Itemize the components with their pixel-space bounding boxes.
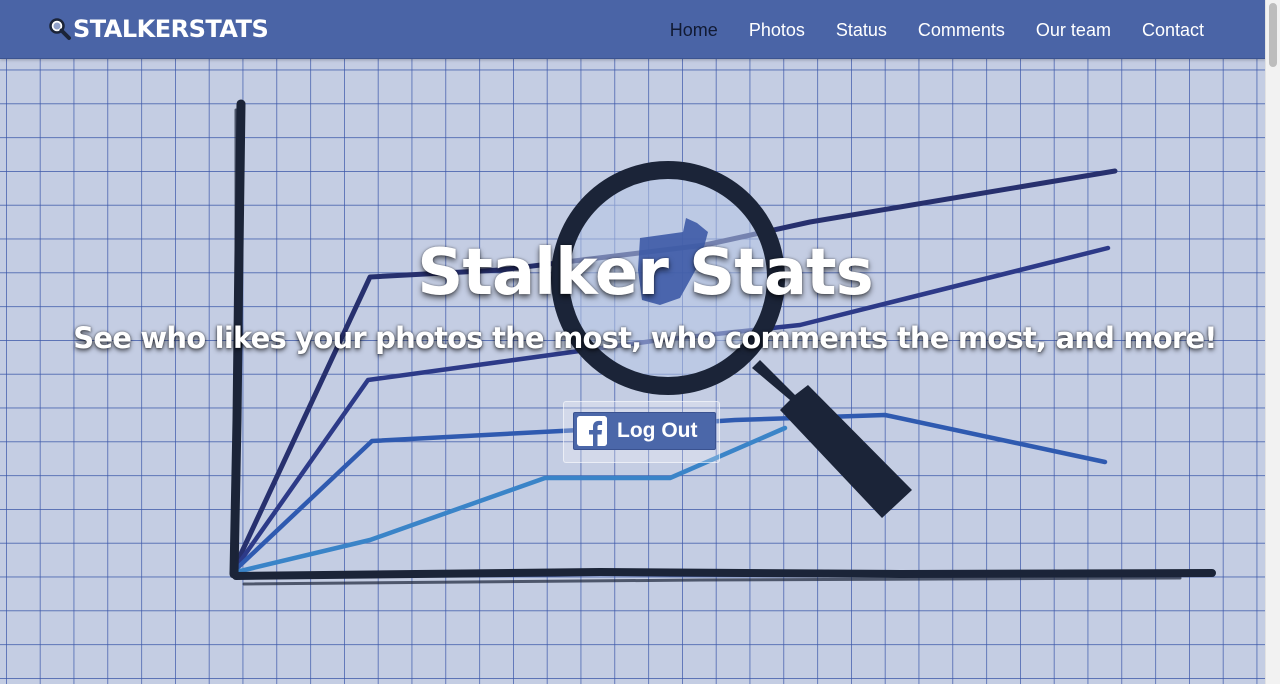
nav-item-comments[interactable]: Comments: [918, 20, 1005, 41]
navbar: STALKERSTATS Home Photos Status Comments…: [0, 0, 1266, 59]
nav-menu: Home Photos Status Comments Our team Con…: [639, 20, 1204, 41]
nav-item-our-team[interactable]: Our team: [1036, 20, 1111, 41]
facebook-icon: [577, 416, 607, 446]
nav-item-home[interactable]: Home: [670, 20, 718, 41]
facebook-logout-button[interactable]: Log Out: [573, 412, 716, 450]
login-button-container: Log Out: [563, 401, 720, 463]
hero-title: Stalker Stats: [417, 236, 873, 310]
nav-item-photos[interactable]: Photos: [749, 20, 805, 41]
hero-subtitle: See who likes your photos the most, who …: [73, 321, 1217, 355]
nav-item-contact[interactable]: Contact: [1142, 20, 1204, 41]
scrollbar-thumb[interactable]: [1269, 3, 1277, 67]
brand-name: STALKERSTATS: [73, 15, 269, 43]
magnifier-icon: [48, 17, 72, 41]
logout-button-label: Log Out: [617, 419, 698, 442]
page-scrollbar[interactable]: [1265, 0, 1280, 684]
brand-logo[interactable]: STALKERSTATS: [48, 13, 269, 45]
nav-item-status[interactable]: Status: [836, 20, 887, 41]
